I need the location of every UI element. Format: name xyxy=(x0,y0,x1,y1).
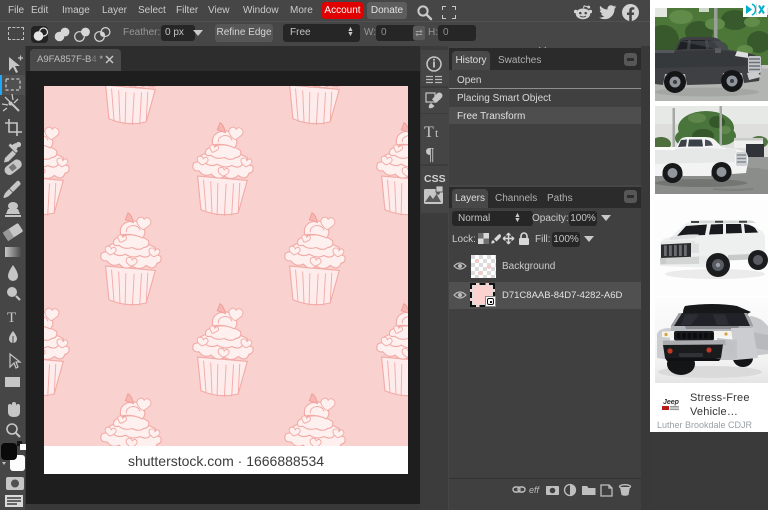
svg-text:T: T xyxy=(7,310,16,326)
svg-text:Jeep: Jeep xyxy=(663,399,680,406)
svg-text:¶: ¶ xyxy=(426,144,434,164)
svg-text:CSS: CSS xyxy=(424,173,446,185)
svg-text:T: T xyxy=(424,124,434,141)
svg-text:eff: eff xyxy=(529,485,541,495)
svg-text:shutterstock.com · 1666888534: shutterstock.com · 1666888534 xyxy=(128,453,324,469)
